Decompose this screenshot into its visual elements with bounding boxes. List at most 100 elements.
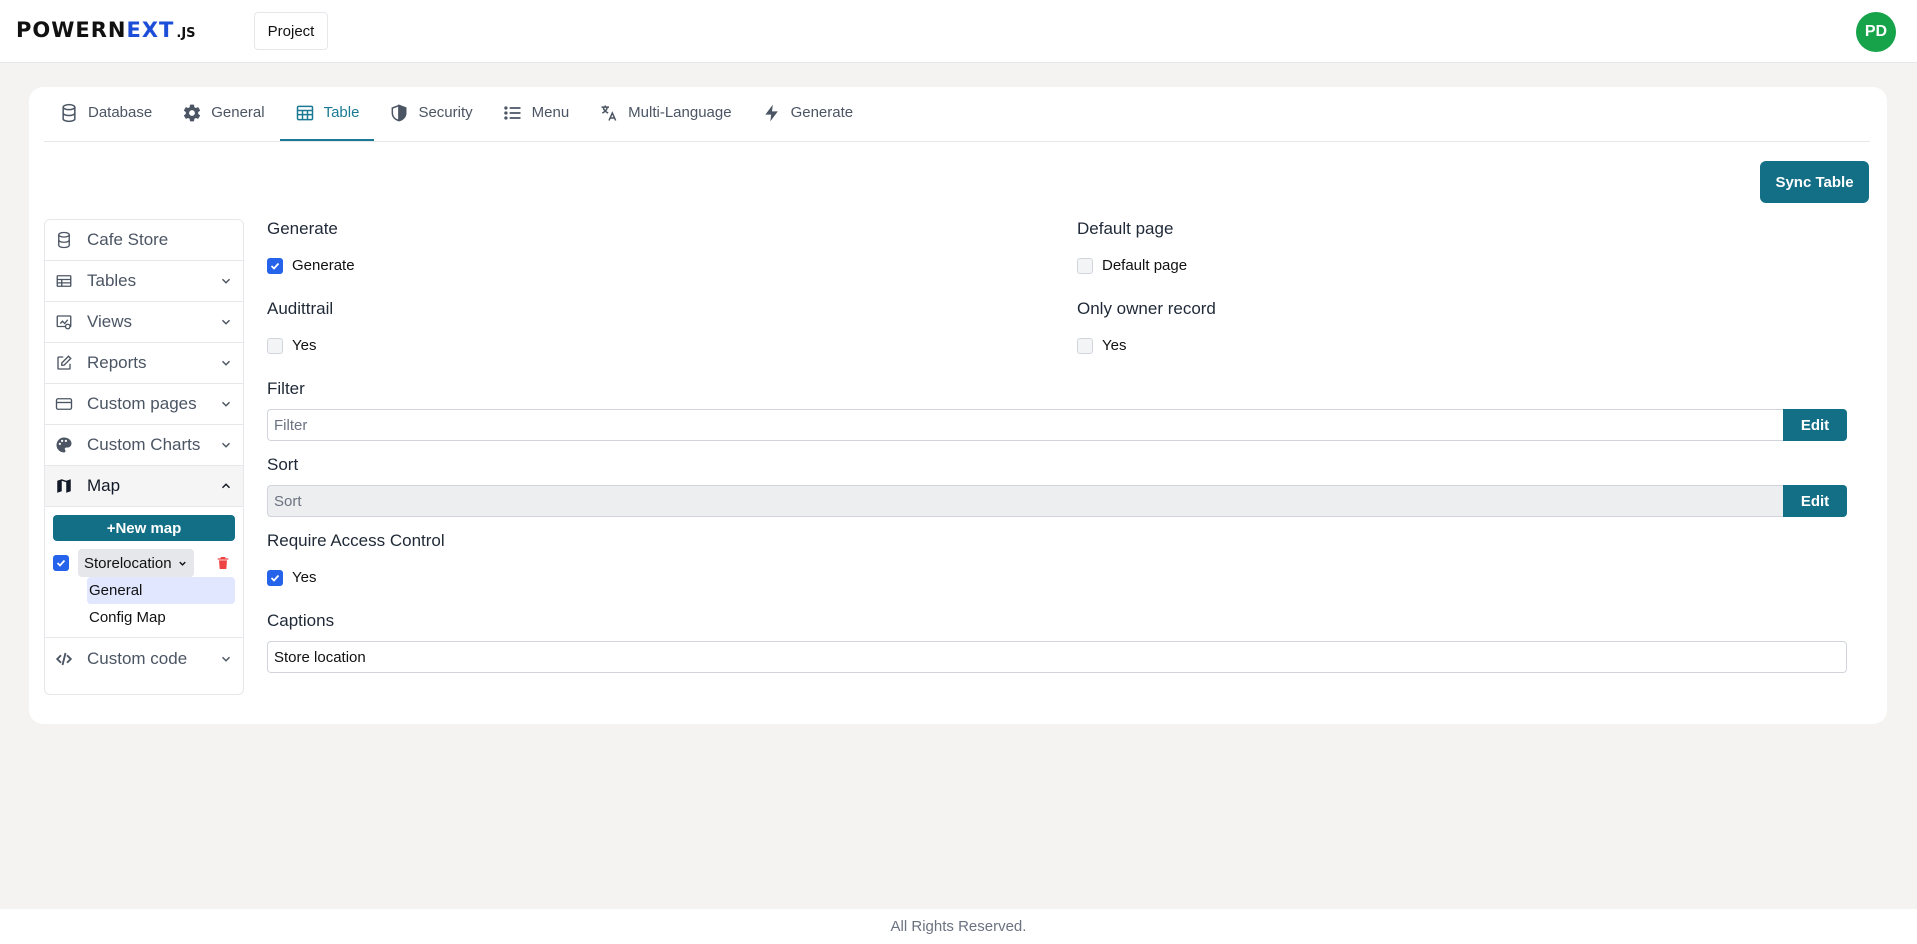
require-access-checkbox[interactable]	[267, 569, 283, 586]
tab-label: Table	[323, 104, 360, 121]
require-access-title: Require Access Control	[267, 531, 445, 550]
database-icon	[58, 231, 70, 249]
require-access-option[interactable]: Yes	[267, 569, 316, 586]
default-page-title: Default page	[1077, 219, 1174, 238]
sync-table-button[interactable]: Sync Table	[1760, 161, 1869, 203]
chevron-down-icon	[178, 561, 186, 566]
tab-menu[interactable]: Menu	[488, 86, 585, 141]
default-page-option-label: Default page	[1102, 257, 1188, 274]
project-button[interactable]: Project	[254, 12, 328, 50]
chevron-down-icon	[221, 319, 231, 325]
bolt-icon	[764, 104, 778, 121]
main-card: Database General Table Security Menu Mul…	[29, 87, 1887, 724]
map-subitem-config-map[interactable]: Config Map	[87, 604, 235, 631]
avatar[interactable]: PD	[1856, 12, 1896, 52]
tab-label: Database	[88, 104, 153, 121]
sidebar-item-cafe-store[interactable]: Cafe Store	[45, 220, 243, 261]
tab-generate[interactable]: Generate	[747, 86, 869, 141]
logo-part2: EXT	[126, 18, 175, 42]
logo: POWERN EXT .JS	[16, 18, 196, 46]
trash-icon[interactable]	[215, 555, 231, 571]
only-owner-checkbox[interactable]	[1077, 337, 1093, 354]
map-icon	[57, 479, 71, 493]
sidebar-item-views[interactable]: Views	[45, 302, 243, 343]
map-checkbox[interactable]	[53, 555, 69, 571]
map-row: Storelocation	[53, 549, 235, 577]
chevron-down-icon	[221, 278, 231, 284]
tab-database[interactable]: Database	[44, 86, 167, 141]
sort-edit-button[interactable]: Edit	[1783, 485, 1847, 517]
card-icon	[55, 398, 73, 410]
sidebar-item-custom-code[interactable]: Custom code	[45, 638, 243, 679]
translate-icon	[601, 105, 617, 121]
tab-label: Generate	[790, 104, 854, 121]
top-bar: POWERN EXT .JS Project PD	[0, 0, 1917, 63]
footer: All Rights Reserved.	[0, 909, 1917, 944]
sidebar: Cafe Store Tables Views Reports Custom p…	[44, 219, 244, 695]
sidebar-item-label: Reports	[87, 353, 147, 372]
new-map-button[interactable]: +New map	[53, 515, 235, 541]
sidebar-item-reports[interactable]: Reports	[45, 343, 243, 384]
filter-input[interactable]	[267, 409, 1783, 441]
sidebar-item-label: Views	[87, 312, 133, 331]
list-icon	[503, 105, 521, 120]
tab-bar: Database General Table Security Menu Mul…	[44, 87, 1870, 142]
map-panel: +New map Storelocation General Config Ma…	[45, 507, 243, 638]
audittrail-option-label: Yes	[292, 337, 317, 354]
sidebar-item-custom-charts[interactable]: Custom Charts	[45, 425, 243, 466]
sort-title: Sort	[267, 455, 299, 474]
sidebar-item-label: Custom Charts	[87, 435, 201, 454]
chevron-up-icon	[221, 483, 231, 489]
audittrail-checkbox[interactable]	[267, 337, 283, 354]
code-icon	[55, 652, 73, 665]
check-icon	[270, 262, 280, 270]
tab-multi-language[interactable]: Multi-Language	[584, 86, 746, 141]
palette-icon	[56, 437, 72, 453]
map-selector[interactable]: Storelocation	[78, 549, 194, 577]
database-icon	[62, 103, 76, 122]
tab-label: Menu	[531, 104, 570, 121]
sidebar-item-label: Custom code	[87, 648, 188, 668]
require-access-option-label: Yes	[292, 569, 317, 586]
map-selector-label: Storelocation	[84, 554, 172, 572]
tab-table[interactable]: Table	[279, 86, 375, 141]
generate-checkbox[interactable]	[267, 257, 283, 274]
audittrail-title: Audittrail	[267, 299, 334, 318]
only-owner-title: Only owner record	[1077, 299, 1216, 318]
sidebar-item-custom-pages[interactable]: Custom pages	[45, 384, 243, 425]
default-page-checkbox[interactable]	[1077, 257, 1093, 274]
audittrail-option[interactable]: Yes	[267, 337, 316, 354]
table-icon	[56, 275, 72, 287]
tab-label: Multi-Language	[628, 104, 732, 121]
only-owner-option[interactable]: Yes	[1077, 337, 1126, 354]
sidebar-item-tables[interactable]: Tables	[45, 261, 243, 302]
check-icon	[56, 559, 66, 567]
table-icon	[296, 105, 313, 120]
chevron-down-icon	[221, 656, 231, 662]
tab-general[interactable]: General	[167, 86, 279, 141]
gear-icon	[184, 104, 201, 121]
filter-edit-button[interactable]: Edit	[1783, 409, 1847, 441]
sort-input[interactable]	[267, 485, 1783, 517]
view-icon	[56, 315, 72, 330]
tab-security[interactable]: Security	[374, 86, 487, 141]
default-page-option[interactable]: Default page	[1077, 257, 1187, 274]
sidebar-item-label: Map	[87, 476, 121, 495]
filter-title: Filter	[267, 379, 305, 398]
captions-input[interactable]	[267, 641, 1847, 673]
sidebar-item-map[interactable]: Map	[45, 466, 243, 507]
logo-part1: POWERN	[16, 18, 127, 42]
sidebar-item-label: Tables	[87, 271, 137, 290]
sidebar-item-label: Cafe Store	[87, 230, 169, 249]
generate-option-label: Generate	[292, 257, 355, 274]
map-subitem-general[interactable]: General	[87, 577, 235, 604]
chevron-down-icon	[221, 401, 231, 407]
generate-option[interactable]: Generate	[267, 257, 355, 274]
sidebar-item-label: Custom pages	[87, 394, 197, 413]
tab-label: General	[211, 104, 265, 121]
chevron-down-icon	[221, 442, 231, 448]
shield-icon	[392, 103, 407, 121]
tab-label: Security	[418, 104, 473, 121]
captions-title: Captions	[267, 611, 335, 630]
logo-suffix: .JS	[176, 26, 196, 41]
